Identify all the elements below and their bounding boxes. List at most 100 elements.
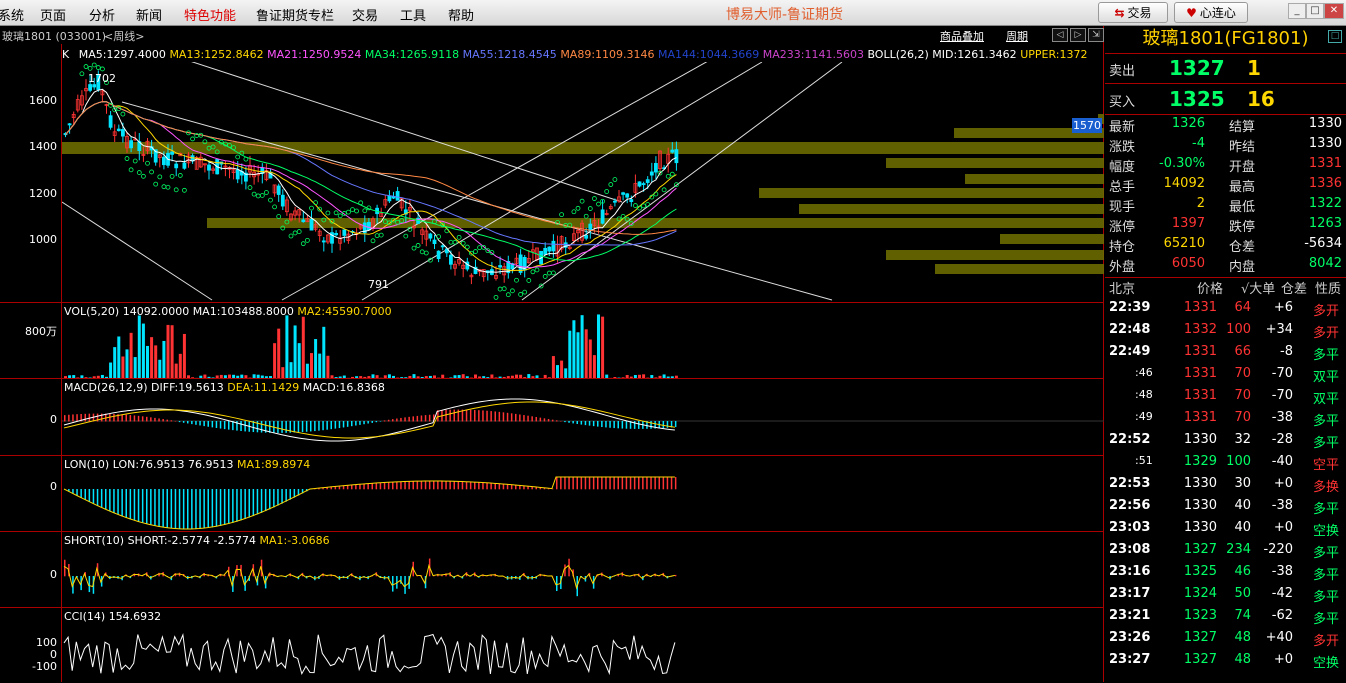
macd-bar	[224, 421, 226, 429]
menu-analysis[interactable]: 分析	[89, 5, 115, 24]
lon-bar	[388, 482, 390, 489]
macd-bar	[376, 421, 378, 422]
sar-dot	[510, 289, 514, 293]
ma-legend: K MA5:1297.4000 MA13:1252.8462 MA21:1250…	[62, 48, 1104, 62]
lon-bar	[470, 482, 472, 489]
heart-button[interactable]: ♥心连心	[1174, 2, 1248, 23]
macd-bar	[85, 414, 87, 422]
vol-bar	[581, 315, 584, 379]
macd-bar	[203, 421, 205, 426]
lon-bar	[269, 489, 271, 509]
lon-bar	[93, 489, 95, 504]
sar-dot	[88, 66, 92, 70]
macd-bar	[560, 421, 562, 422]
trade-button[interactable]: ⇆交易	[1098, 2, 1168, 23]
trade-diff: +0	[1274, 652, 1293, 667]
macd-bar	[392, 419, 394, 421]
minimize-icon[interactable]: _	[1288, 3, 1306, 19]
macd-bar	[421, 415, 423, 421]
macd-bar	[171, 420, 173, 421]
sar-dot	[314, 201, 318, 205]
sar-dot	[506, 293, 510, 297]
lon-bar	[441, 481, 443, 489]
sar-dot	[465, 245, 469, 249]
menu-news[interactable]: 新闻	[136, 5, 162, 24]
trade-vol: 64	[1234, 300, 1251, 315]
lon-bar	[392, 482, 394, 489]
trade-vol: 40	[1234, 498, 1251, 513]
macd-bar	[556, 420, 558, 421]
lon-bar	[663, 477, 665, 489]
menu-column[interactable]: 鲁证期货专栏	[256, 5, 334, 24]
expand-icon[interactable]: □	[1328, 30, 1342, 43]
sar-dot	[289, 234, 293, 238]
maximize-icon[interactable]: □	[1306, 3, 1324, 19]
fullscreen-icon[interactable]: ⇲	[1088, 28, 1104, 42]
menu-trade[interactable]: 交易	[352, 5, 378, 24]
quote-value: -4	[1192, 136, 1205, 151]
quote-value: 1326	[1172, 116, 1205, 131]
macd-bar	[162, 419, 164, 421]
candle-body	[117, 129, 120, 131]
macd-panel[interactable]: MACD(26,12,9) DIFF:19.5613 DEA:11.1429 M…	[62, 378, 1104, 455]
cci-panel[interactable]: CCI(14) 154.6932	[62, 607, 1104, 682]
vol-bar	[171, 325, 174, 379]
menu-tools[interactable]: 工具	[400, 5, 426, 24]
lon-bar	[589, 477, 591, 489]
close-icon[interactable]: ✕	[1324, 3, 1344, 19]
macd-bar	[142, 416, 144, 421]
menu-help[interactable]: 帮助	[448, 5, 474, 24]
kline-chart[interactable]: 1702 791	[62, 62, 1104, 302]
vol-bar	[183, 334, 186, 379]
trade-price: 1323	[1184, 608, 1217, 623]
lon-bar	[445, 481, 447, 489]
vol-bar	[593, 355, 596, 379]
sar-dot	[494, 295, 498, 299]
lon-bar	[158, 489, 160, 527]
trade-time: 23:26	[1109, 630, 1150, 645]
vol-bar	[310, 353, 313, 379]
trade-vol: 50	[1234, 586, 1251, 601]
vol-bar	[179, 354, 182, 379]
lon-bar	[216, 489, 218, 527]
macd-bar	[400, 418, 402, 422]
chart-area[interactable]: 玻璃1801 (033001) <周线> 商品叠加 周期 ◁ ▷ ⇲ K MA5…	[0, 26, 1104, 682]
trade-type: 多平	[1313, 564, 1339, 583]
menu-special[interactable]: 特色功能	[184, 5, 236, 24]
lon-bar	[613, 477, 615, 489]
sar-dot	[269, 198, 273, 202]
short-panel[interactable]: SHORT(10) SHORT:-2.5774 -2.5774 MA1:-3.0…	[62, 531, 1104, 607]
quote-value: 1336	[1309, 176, 1342, 191]
lon-bar	[134, 489, 136, 520]
menu-page[interactable]: 页面	[40, 5, 66, 24]
trade-diff: -70	[1272, 366, 1293, 381]
next-icon[interactable]: ▷	[1070, 28, 1086, 42]
quote-label: 最低	[1229, 196, 1255, 215]
menu-system[interactable]: 系统	[0, 5, 24, 24]
trade-vol: 66	[1234, 344, 1251, 359]
lon-bar	[466, 482, 468, 490]
trade-vol: 70	[1234, 388, 1251, 403]
overlay-link[interactable]: 商品叠加	[940, 28, 984, 44]
menu-bar: 系统 页面 分析 新闻 特色功能 鲁证期货专栏 交易 工具 帮助 博易大师-鲁证…	[0, 0, 1346, 26]
sar-dot	[273, 205, 277, 209]
candle-body	[622, 193, 625, 195]
period-link[interactable]: 周期	[1006, 28, 1028, 44]
macd-bar	[355, 421, 357, 426]
vol-bar	[154, 345, 157, 379]
macd-bar	[634, 421, 636, 429]
trade-price: 1330	[1184, 432, 1217, 447]
candle-body	[638, 182, 641, 186]
cci-chart	[62, 608, 1104, 683]
prev-icon[interactable]: ◁	[1052, 28, 1068, 42]
short-yaxis: 0	[0, 531, 62, 607]
lon-bar	[80, 489, 82, 498]
trade-time: 22:56	[1109, 498, 1150, 513]
lon-panel[interactable]: LON(10) LON:76.9513 76.9513 MA1:89.8974	[62, 455, 1104, 531]
sar-dot	[256, 194, 260, 198]
short-bar	[675, 575, 677, 576]
vol-bar	[298, 343, 301, 379]
trade-time: 22:52	[1109, 432, 1150, 447]
vol-panel[interactable]: VOL(5,20) 14092.0000 MA1:103488.8000 MA2…	[62, 302, 1104, 378]
quote-label: 持仓	[1109, 236, 1135, 255]
